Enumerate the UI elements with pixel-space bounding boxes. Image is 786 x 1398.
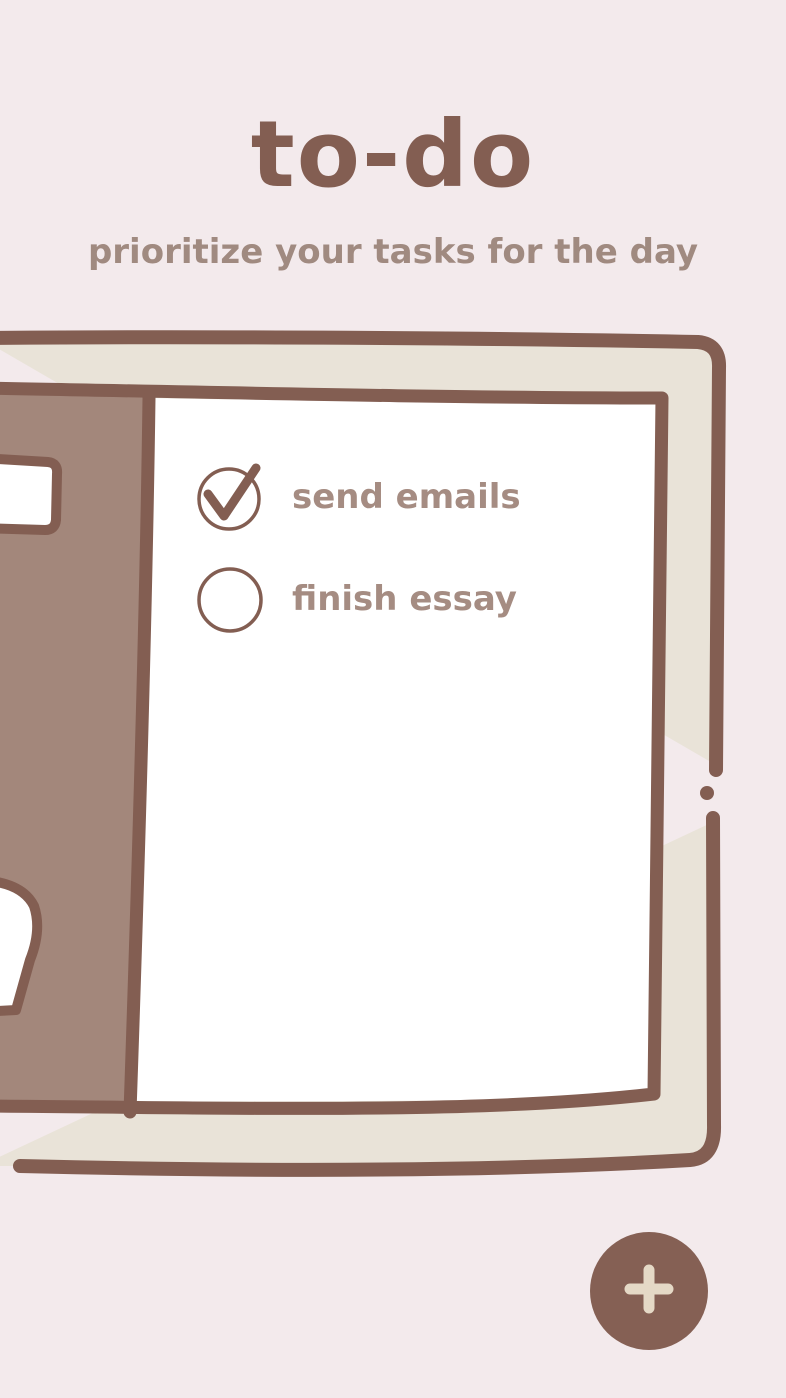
task-label: send emails	[292, 477, 521, 517]
plus-icon	[624, 1264, 674, 1314]
add-task-button[interactable]	[590, 1232, 708, 1350]
task-label: finish essay	[292, 579, 517, 619]
empty-circle-icon[interactable]	[196, 564, 266, 634]
page-subtitle: prioritize your tasks for the day	[87, 232, 699, 272]
notebook-cover-dot	[700, 786, 714, 800]
page-title: to-do	[250, 101, 536, 208]
checked-circle-icon[interactable]	[196, 462, 266, 532]
task-item-finish-essay[interactable]: finish essay	[196, 564, 517, 634]
binding-tab-upper	[0, 454, 63, 535]
task-item-send-emails[interactable]: send emails	[196, 462, 521, 532]
